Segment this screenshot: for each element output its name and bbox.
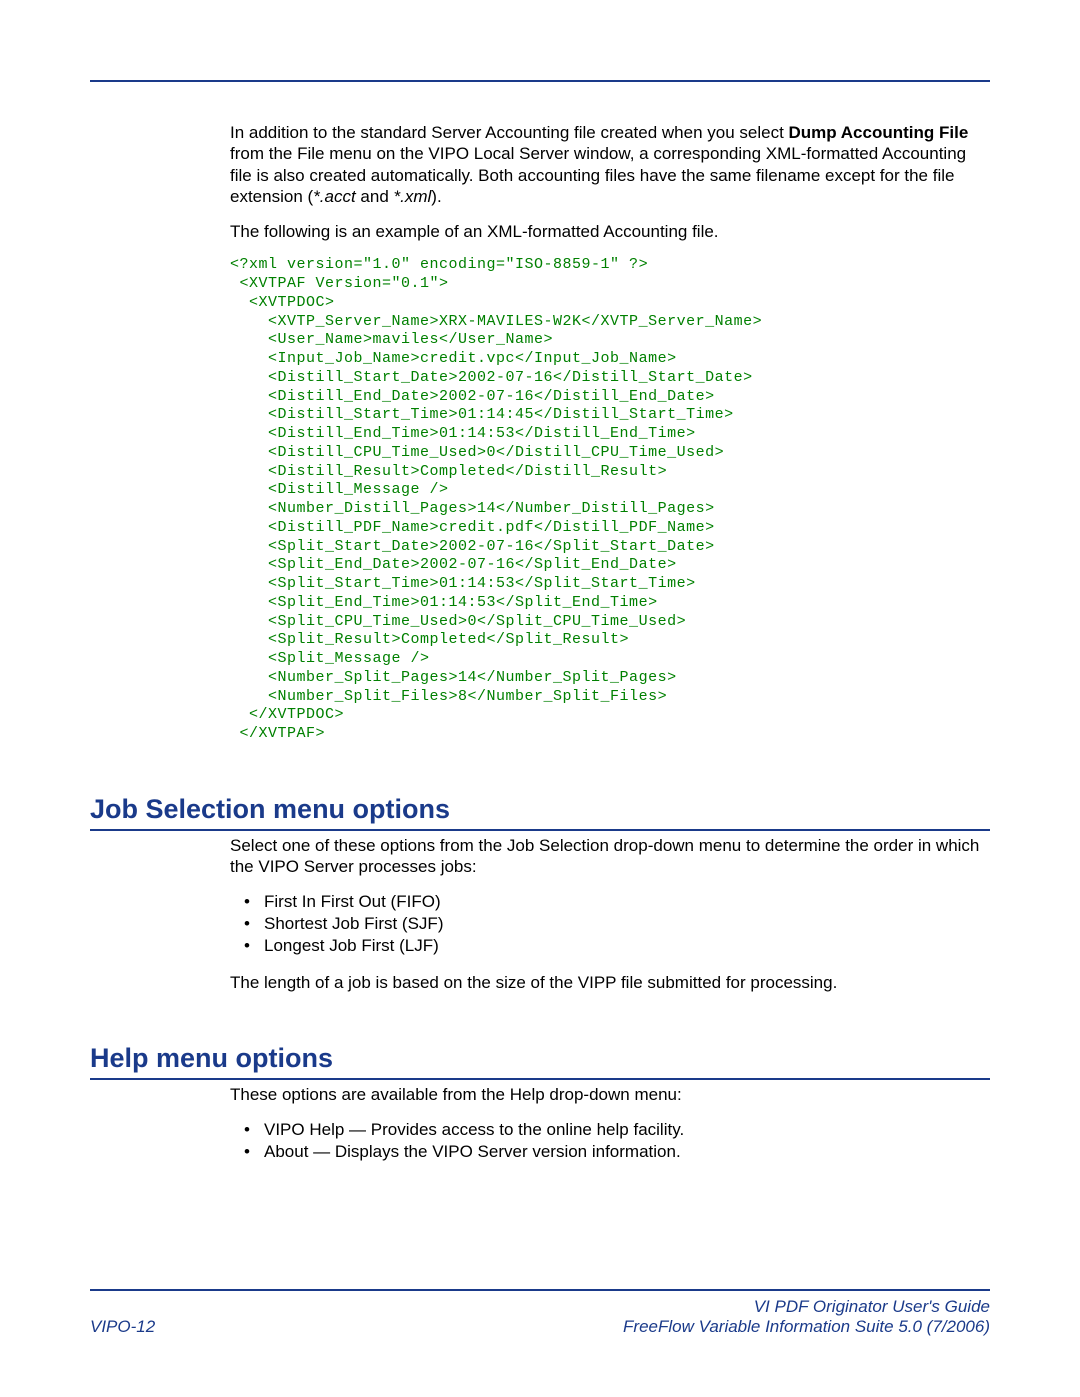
intro-p1-pre: In addition to the standard Server Accou… — [230, 123, 789, 142]
list-item: Shortest Job First (SJF) — [230, 913, 990, 935]
list-item: Longest Job First (LJF) — [230, 935, 990, 957]
intro-paragraph-2: The following is an example of an XML-fo… — [230, 221, 990, 242]
footer: VIPO-12 VI PDF Originator User's Guide F… — [90, 1289, 990, 1337]
list-item: About — Displays the VIPO Server version… — [230, 1141, 990, 1163]
footer-doc-title: VI PDF Originator User's Guide — [623, 1297, 990, 1317]
intro-and: and — [356, 187, 394, 206]
help-list: VIPO Help — Provides access to the onlin… — [230, 1119, 990, 1163]
page: In addition to the standard Server Accou… — [0, 0, 1080, 1397]
footer-page-number: VIPO-12 — [90, 1317, 155, 1337]
intro-ext2: *.xml — [394, 187, 432, 206]
intro-ext1: *.acct — [313, 187, 356, 206]
intro-block: In addition to the standard Server Accou… — [230, 122, 990, 744]
list-item: VIPO Help — Provides access to the onlin… — [230, 1119, 990, 1141]
intro-p1-bold: Dump Accounting File — [789, 123, 969, 142]
list-item: First In First Out (FIFO) — [230, 891, 990, 913]
job-selection-block: Select one of these options from the Job… — [230, 835, 990, 993]
job-selection-p2: The length of a job is based on the size… — [230, 972, 990, 993]
footer-doc-version: FreeFlow Variable Information Suite 5.0 … — [623, 1317, 990, 1337]
help-heading: Help menu options — [90, 1043, 990, 1080]
job-selection-p1: Select one of these options from the Job… — [230, 835, 990, 878]
intro-paragraph-1: In addition to the standard Server Accou… — [230, 122, 990, 207]
footer-row: VIPO-12 VI PDF Originator User's Guide F… — [90, 1297, 990, 1337]
intro-close: ). — [431, 187, 441, 206]
help-block: These options are available from the Hel… — [230, 1084, 990, 1163]
top-rule — [90, 80, 990, 82]
footer-rule — [90, 1289, 990, 1291]
job-selection-heading: Job Selection menu options — [90, 794, 990, 831]
xml-code-block: <?xml version="1.0" encoding="ISO-8859-1… — [230, 256, 990, 744]
help-p1: These options are available from the Hel… — [230, 1084, 990, 1105]
footer-right: VI PDF Originator User's Guide FreeFlow … — [623, 1297, 990, 1337]
job-selection-list: First In First Out (FIFO) Shortest Job F… — [230, 891, 990, 957]
